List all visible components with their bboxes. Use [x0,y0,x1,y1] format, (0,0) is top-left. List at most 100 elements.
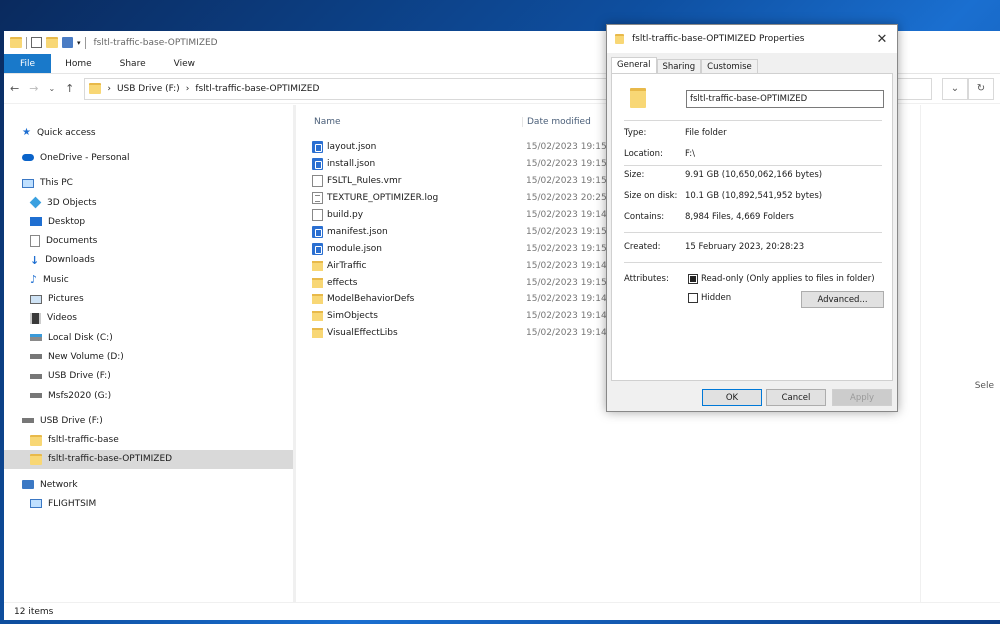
breadcrumb-usb-drive[interactable]: USB Drive (F:) [117,84,180,94]
navigation-pane: ★ Quick access OneDrive - Personal This … [4,105,296,602]
nav-music[interactable]: ♪ Music [4,270,296,289]
file-name-cell[interactable]: FSLTL_Rules.vmr [312,175,522,188]
file-name: FSLTL_Rules.vmr [327,176,402,187]
computer-icon [22,178,34,188]
folder-icon [312,311,323,322]
nav-label: Local Disk (C:) [48,332,113,343]
checkbox-icon[interactable] [688,293,698,303]
nav-local-disk-c[interactable]: Local Disk (C:) [4,328,296,347]
breadcrumb-separator: › [107,83,111,94]
tab-general[interactable]: General [611,57,657,74]
json-file-icon [312,158,323,171]
windows-drive-icon [30,334,42,342]
nav-flightsim[interactable]: FLIGHTSIM [4,494,296,513]
readonly-checkbox[interactable]: Read-only (Only applies to files in fold… [688,274,875,284]
nav-label: Music [43,274,69,285]
advanced-button[interactable]: Advanced... [801,291,884,308]
file-name-cell[interactable]: install.json [312,158,522,171]
file-date-modified: 15/02/2023 19:14 [526,328,607,339]
location-label: Location: [624,149,663,159]
nav-network[interactable]: Network [4,475,296,494]
hidden-label: Hidden [701,293,732,303]
folder-icon [30,453,42,465]
music-note-icon: ♪ [30,273,38,287]
nav-usb-drive-f[interactable]: USB Drive (F:) [4,367,296,386]
nav-usb-drive[interactable]: USB Drive (F:) [4,411,296,430]
tab-share[interactable]: Share [106,54,160,73]
file-name-cell[interactable]: TEXTURE_OPTIMIZER.log [312,192,522,205]
address-dropdown-icon[interactable]: ⌄ [942,77,968,100]
breadcrumb-current-folder[interactable]: fsltl-traffic-base-OPTIMIZED [195,84,319,94]
dialog-tabs: General Sharing Customise [611,57,758,74]
file-name-cell[interactable]: effects [312,277,522,288]
nav-quick-access[interactable]: ★ Quick access [4,123,296,142]
cancel-button[interactable]: Cancel [766,389,826,406]
file-date-modified: 15/02/2023 19:15 [526,142,607,153]
tab-file[interactable]: File [4,54,52,73]
nav-new-volume-d[interactable]: New Volume (D:) [4,347,296,366]
tab-view[interactable]: View [160,54,209,73]
preview-hint-text: Sele [974,381,994,391]
folder-name-field[interactable]: fsltl-traffic-base-OPTIMIZED [686,90,884,108]
file-name-cell[interactable]: module.json [312,242,522,255]
nav-this-pc[interactable]: This PC [4,174,296,193]
log-file-icon [312,192,323,205]
drive-icon [22,418,34,424]
nav-onedrive[interactable]: OneDrive - Personal [4,148,296,167]
file-date-modified: 15/02/2023 19:14 [526,260,607,271]
nav-label: Network [40,479,78,490]
file-name-cell[interactable]: layout.json [312,141,522,154]
nav-pictures[interactable]: Pictures [4,289,296,308]
nav-label: fsltl-traffic-base [48,435,119,446]
nav-videos[interactable]: Videos [4,309,296,328]
apply-button[interactable]: Apply [832,389,892,406]
file-name-cell[interactable]: VisualEffectLibs [312,328,522,339]
nav-folder-fsltl-traffic-base-optimized[interactable]: fsltl-traffic-base-OPTIMIZED [4,449,296,470]
column-header-name[interactable]: Name [312,117,522,127]
save-icon[interactable] [62,37,73,48]
nav-downloads[interactable]: ↓ Downloads [4,251,296,270]
file-name-cell[interactable]: ModelBehaviorDefs [312,294,522,305]
divider [624,165,882,166]
nav-3d-objects[interactable]: 3D Objects [4,193,296,212]
nav-msfs2020-g[interactable]: Msfs2020 (G:) [4,386,296,405]
tab-sharing[interactable]: Sharing [656,59,702,74]
back-arrow-icon[interactable]: ← [10,82,19,95]
folder-icon [312,277,323,288]
refresh-icon[interactable]: ↻ [968,77,994,100]
desktop-icon [30,217,42,227]
checkbox-indeterminate-icon[interactable] [688,274,698,284]
tab-customise[interactable]: Customise [701,59,758,74]
dropdown-icon[interactable]: ▾ [77,39,81,47]
status-bar: 12 items [4,602,1000,620]
nav-label: Documents [46,236,98,247]
drive-icon [30,393,42,398]
close-icon[interactable]: ✕ [867,32,897,47]
nav-folder-fsltl-traffic-base[interactable]: fsltl-traffic-base [4,430,296,449]
nav-label: New Volume (D:) [48,351,124,362]
divider [624,232,882,233]
ok-button[interactable]: OK [702,389,762,406]
nav-desktop[interactable]: Desktop [4,212,296,231]
computer-icon [30,499,42,509]
location-row: Location: F:\ [624,149,695,159]
folder-icon [312,328,323,339]
preview-pane: Sele [920,105,1000,602]
file-name-cell[interactable]: build.py [312,209,522,221]
nav-label: FLIGHTSIM [48,498,97,509]
recent-dropdown-icon[interactable]: ⌄ [48,84,55,93]
file-name-cell[interactable]: SimObjects [312,311,522,322]
nav-label: Pictures [48,294,84,305]
file-date-modified: 15/02/2023 19:14 [526,294,607,305]
json-file-icon [312,242,323,255]
file-name-cell[interactable]: manifest.json [312,225,522,238]
nav-documents[interactable]: Documents [4,231,296,250]
tab-home[interactable]: Home [51,54,106,73]
hidden-checkbox[interactable]: Hidden [688,293,731,303]
new-folder-icon[interactable] [46,37,58,48]
properties-checkbox-icon[interactable] [31,37,42,48]
nav-label: USB Drive (F:) [48,371,111,382]
up-arrow-icon[interactable]: ↑ [65,82,74,95]
forward-arrow-icon[interactable]: → [29,82,38,95]
file-name-cell[interactable]: AirTraffic [312,260,522,271]
